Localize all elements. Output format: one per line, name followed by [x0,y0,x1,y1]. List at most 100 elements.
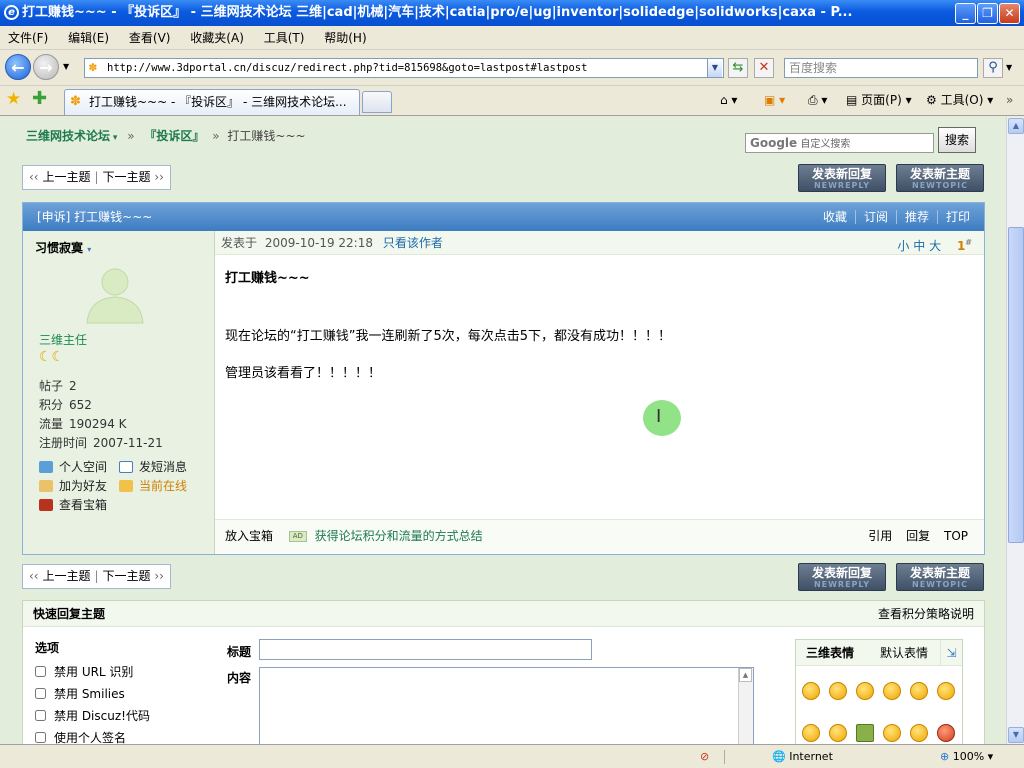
personal-space-link[interactable]: 个人空间 [39,458,107,475]
smiley-icon[interactable] [829,682,847,700]
new-reply-button[interactable]: 发表新回复 NEWREPLY [798,563,886,591]
smiley-icon[interactable] [910,724,928,742]
smiley-icon[interactable] [802,682,820,700]
user-add-icon [39,480,53,492]
zoom-level[interactable]: ⊕ 100% ▾ [940,745,993,768]
refresh-icon[interactable]: ⇆ [728,58,748,78]
search-icon[interactable]: ⚲ [983,58,1003,78]
smiley-icon[interactable] [829,724,847,742]
view-treasure-link[interactable]: 查看宝箱 [39,496,107,513]
new-reply-button[interactable]: 发表新回复 NEWREPLY [798,164,886,192]
security-zone[interactable]: 🌐 Internet [772,745,833,768]
close-button[interactable]: ✕ [999,3,1020,24]
smiley-icon[interactable] [802,724,820,742]
google-search-input[interactable]: Google 自定义搜索 [745,133,934,153]
menu-help[interactable]: 帮助(H) [316,26,374,50]
scroll-up-icon[interactable]: ▲ [739,668,752,682]
google-search-button[interactable]: 搜索 [938,127,976,153]
option-disable-smilies[interactable]: 禁用 Smilies [35,685,125,702]
search-input[interactable]: 百度搜索 [784,58,978,78]
use-signature-checkbox[interactable] [35,732,46,743]
smilies-expand-icon[interactable]: ⇲ [940,640,962,665]
menu-favorites[interactable]: 收藏夹(A) [182,26,252,50]
font-medium-link[interactable]: 中 [913,239,925,253]
font-small-link[interactable]: 小 [897,239,909,253]
content-textarea[interactable]: ▲ [259,667,754,744]
print-link[interactable]: 打印 [936,210,978,224]
page-scrollbar[interactable]: ▲ ▼ [1006,117,1024,744]
recommend-link[interactable]: 推荐 [895,210,937,224]
new-topic-button[interactable]: 发表新主题 NEWTOPIC [896,164,984,192]
menu-edit[interactable]: 编辑(E) [60,26,117,50]
forward-button[interactable]: → [33,54,59,80]
smiley-icon[interactable] [937,682,955,700]
font-large-link[interactable]: 大 [929,239,941,253]
smiley-icon[interactable] [883,682,901,700]
scroll-down-icon[interactable]: ▼ [1008,727,1024,743]
post-time: 2009-10-19 22:18 [264,236,373,250]
stop-icon[interactable]: ✕ [754,58,774,78]
quote-link[interactable]: 引用 [868,529,892,543]
smiley-icon[interactable] [856,724,874,742]
subject-input[interactable] [259,639,592,660]
smiley-icon[interactable] [937,724,955,742]
tab-default-smilies[interactable]: 默认表情 [880,640,928,666]
history-dropdown-icon[interactable]: ▼ [63,62,69,71]
textarea-scrollbar[interactable]: ▲ [738,668,753,744]
disable-bbcode-checkbox[interactable] [35,710,46,721]
chevron-down-icon[interactable]: ▾ [110,133,118,143]
favorite-link[interactable]: 收藏 [815,210,855,224]
new-topic-button[interactable]: 发表新主题 NEWTOPIC [896,563,984,591]
home-icon[interactable]: ⌂ ▾ [720,88,737,112]
disable-url-checkbox[interactable] [35,666,46,677]
send-pm-link[interactable]: 发短消息 [119,458,187,475]
smiley-icon[interactable] [883,724,901,742]
tab-3d-smilies[interactable]: 三维表情 [806,640,854,666]
avatar[interactable] [83,263,147,325]
url-input[interactable]: ✽ http://www.3dportal.cn/discuz/redirect… [84,58,724,78]
tab-current[interactable]: ✽ 打工赚钱~~~ - 『投诉区』 - 三维网技术论坛... [64,89,360,115]
only-author-link[interactable]: 只看该作者 [383,236,443,250]
minimize-button[interactable]: _ [955,3,976,24]
menu-tools[interactable]: 工具(T) [256,26,313,50]
window-title-bar: e 打工赚钱~~~ - 『投诉区』 - 三维网技术论坛 三维|cad|机械|汽车… [0,0,1024,26]
new-tab-button[interactable] [362,91,392,113]
scroll-thumb[interactable] [1008,227,1024,543]
option-disable-bbcode[interactable]: 禁用 Discuz!代码 [35,707,150,724]
scroll-up-icon[interactable]: ▲ [1008,118,1024,134]
put-in-box-link[interactable]: 放入宝箱 [225,529,273,543]
user-online-icon [119,480,133,492]
page-menu[interactable]: ▤ 页面(P) ▾ [846,88,912,112]
option-use-signature[interactable]: 使用个人签名 [35,729,126,744]
prev-topic-link[interactable]: 上一主题 [42,170,90,184]
subscribe-link[interactable]: 订阅 [854,210,896,224]
url-dropdown-icon[interactable]: ▼ [707,59,722,77]
maximize-button[interactable]: ❐ [977,3,998,24]
tools-menu[interactable]: ⚙ 工具(O) ▾ [926,88,993,112]
ad-link[interactable]: 获得论坛积分和流量的方式总结 [315,529,483,543]
disable-smilies-checkbox[interactable] [35,688,46,699]
search-dropdown-icon[interactable]: ▼ [1006,63,1012,72]
reply-link[interactable]: 回复 [906,529,930,543]
breadcrumb-forum[interactable]: 三维网技术论坛 [26,129,110,143]
favorites-star-icon[interactable]: ★ [6,89,21,109]
print-icon[interactable]: ⎙ ▾ [808,88,827,112]
breadcrumb-section[interactable]: 『投诉区』 [144,129,204,143]
feeds-icon[interactable]: ▣ ▾ [764,88,785,112]
next-topic-link[interactable]: 下一主题 [103,170,151,184]
back-button[interactable]: ← [5,54,31,80]
toolbar-overflow-icon[interactable]: » [1006,88,1013,112]
popup-blocker-icon[interactable]: ⊘ [700,745,709,768]
top-link[interactable]: TOP [944,529,968,543]
smiley-icon[interactable] [910,682,928,700]
prev-topic-link[interactable]: 上一主题 [42,569,90,583]
menu-file[interactable]: 文件(F) [0,26,56,50]
menu-view[interactable]: 查看(V) [121,26,179,50]
add-friend-link[interactable]: 加为好友 [39,477,107,494]
add-favorite-icon[interactable]: ✚ [32,88,47,109]
smiley-icon[interactable] [856,682,874,700]
author-name[interactable]: 习惯寂寞 ▾ [35,239,91,256]
option-disable-url[interactable]: 禁用 URL 识别 [35,663,133,680]
next-topic-link[interactable]: 下一主题 [103,569,151,583]
points-policy-link[interactable]: 查看积分策略说明 [878,601,974,627]
